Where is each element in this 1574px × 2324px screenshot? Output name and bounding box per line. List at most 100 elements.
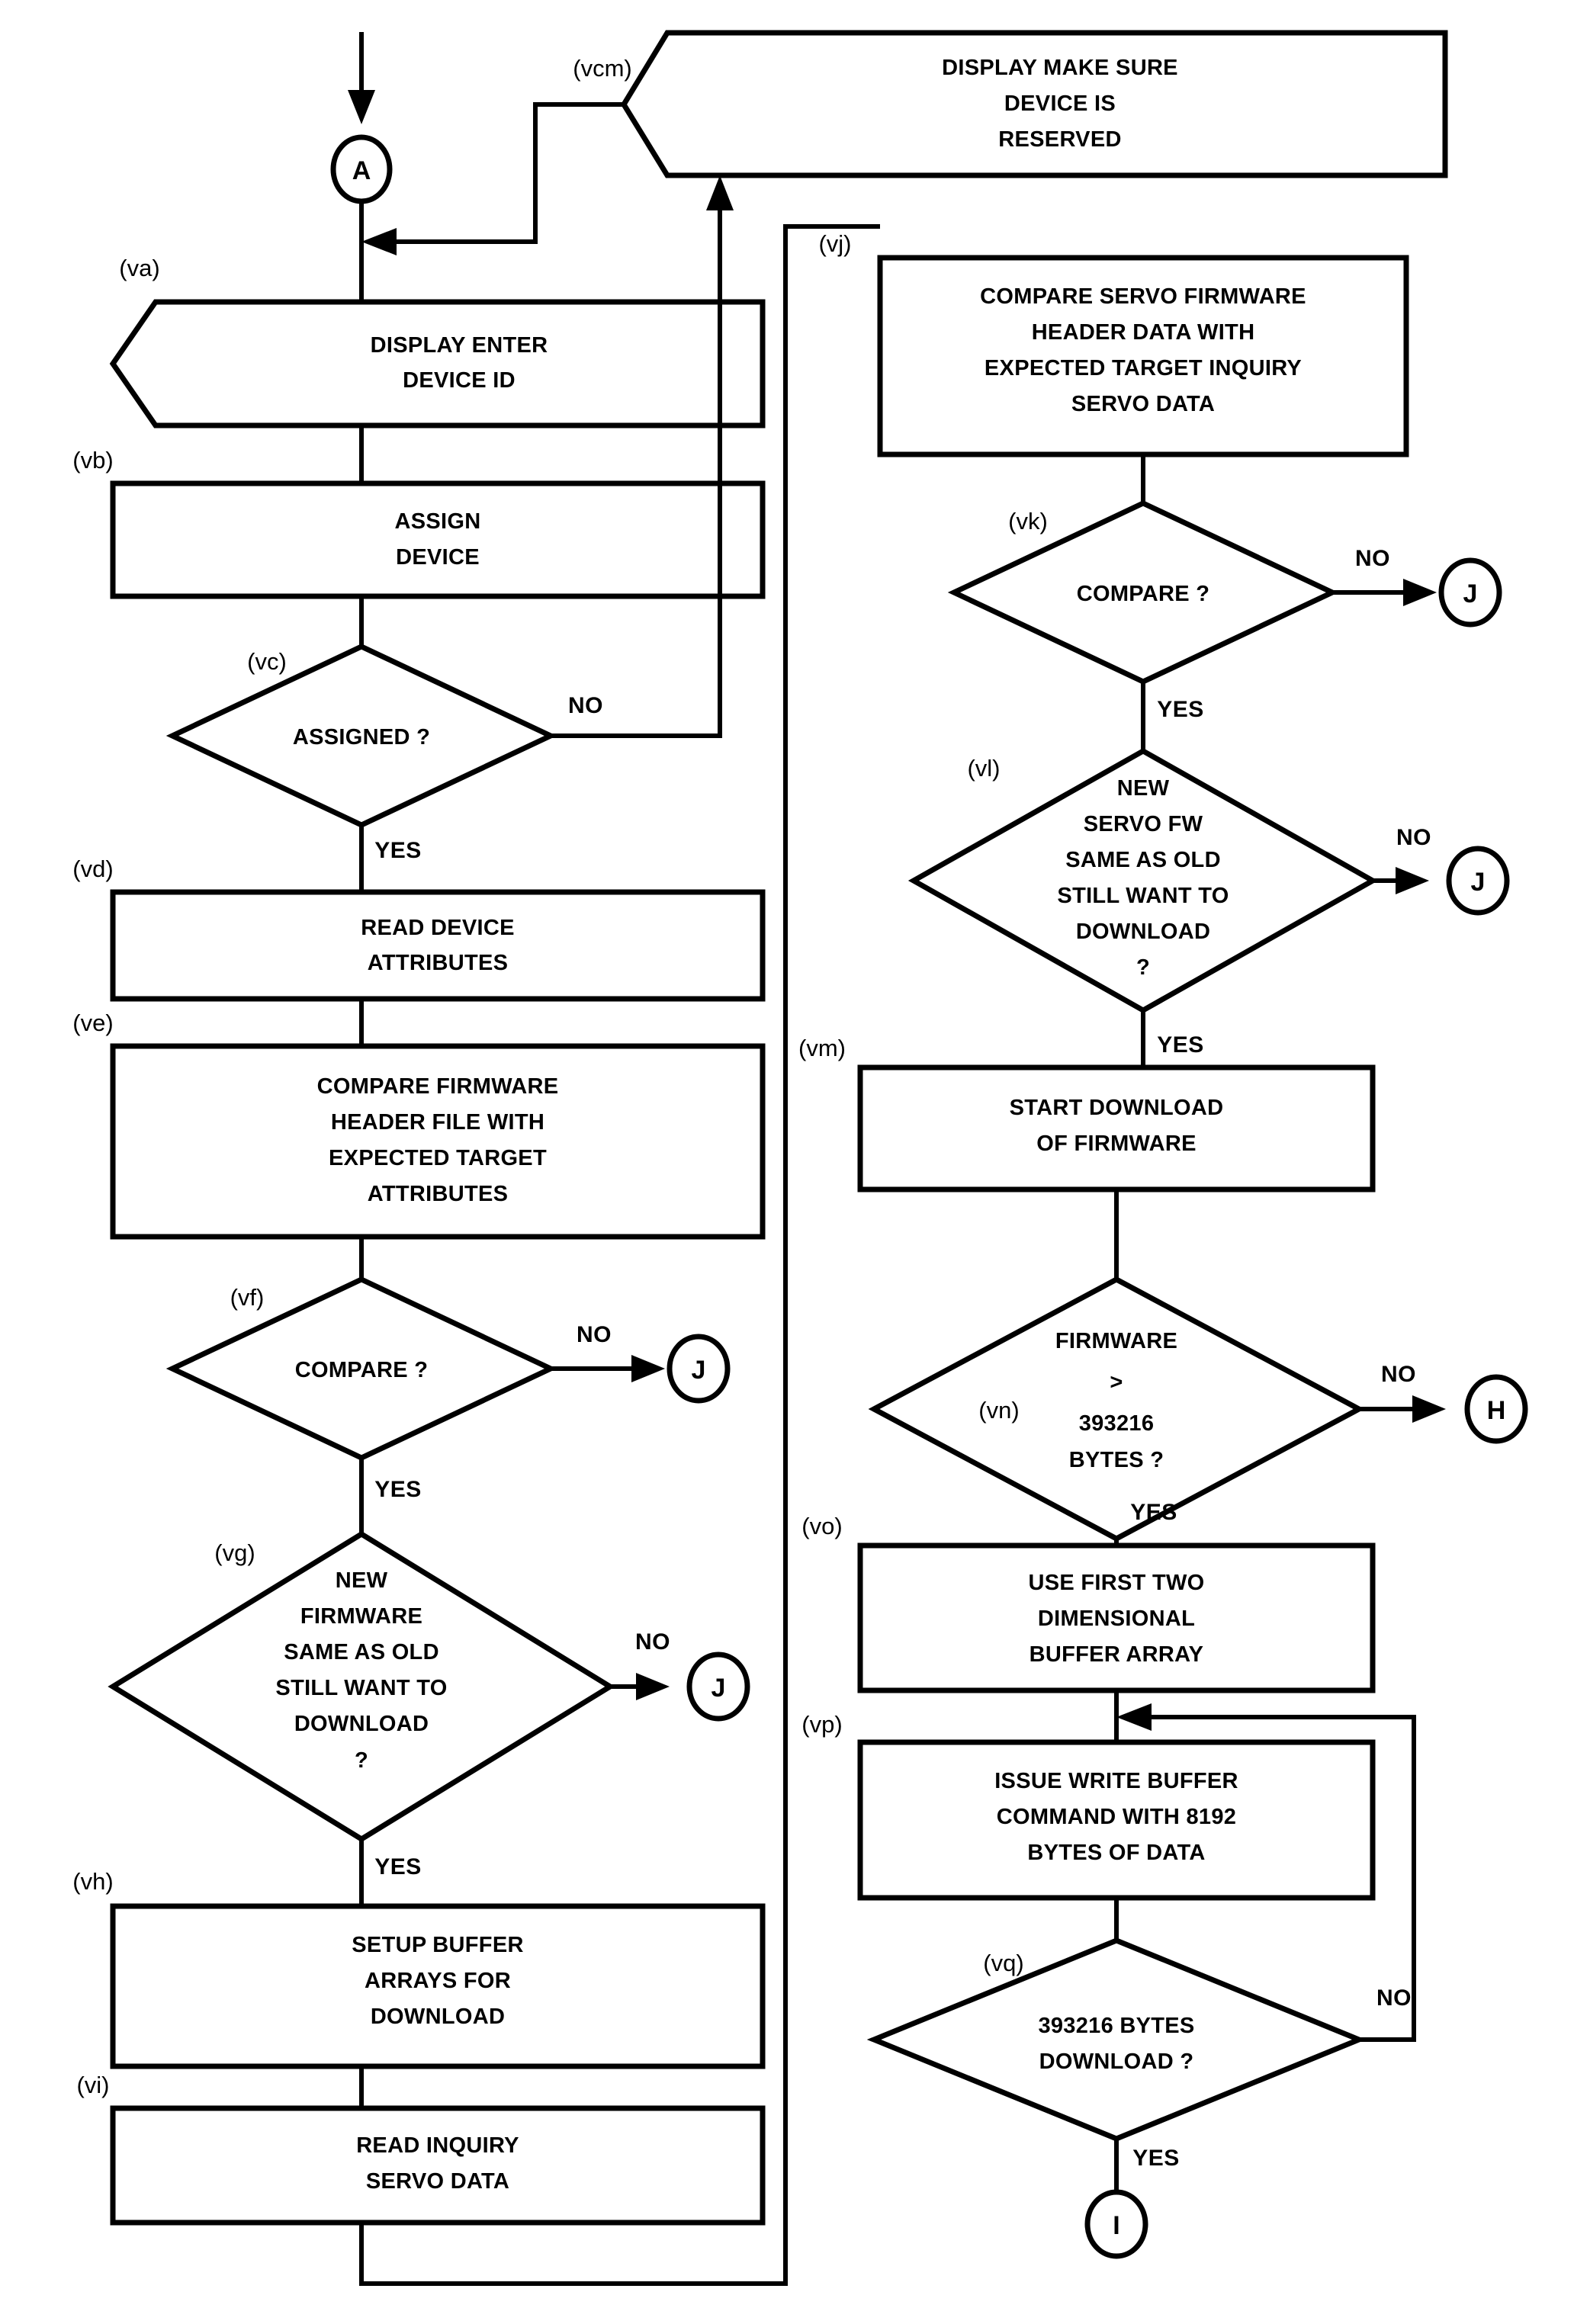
- node-vn-line2: >: [1110, 1370, 1123, 1395]
- ref-label-vl: (vl): [967, 755, 1000, 782]
- flowchart-canvas: A DISPLAY MAKE SURE DEVICE IS RESERVED (…: [0, 0, 1574, 2324]
- node-vcm-line1: DISPLAY MAKE SURE: [942, 56, 1178, 80]
- ref-label-vi: (vi): [76, 2072, 109, 2098]
- node-vn-line4: BYTES ?: [1069, 1448, 1164, 1472]
- node-vg: NEW FIRMWARE SAME AS OLD STILL WANT TO D…: [108, 1530, 615, 1843]
- ref-label-vp: (vp): [801, 1711, 842, 1738]
- node-vm: START DOWNLOAD OF FIRMWARE: [857, 1064, 1376, 1192]
- node-vi-line1: READ INQUIRY: [356, 2133, 519, 2158]
- branch-label-vl-yes: YES: [1157, 1032, 1204, 1058]
- ref-label-vo: (vo): [801, 1513, 842, 1539]
- node-vg-line1: NEW: [336, 1568, 388, 1593]
- branch-label-vf-no: NO: [577, 1322, 612, 1347]
- ref-label-vg: (vg): [214, 1539, 255, 1566]
- node-ve-line1: COMPARE FIRMWARE: [317, 1074, 559, 1099]
- node-vn-line3: 393216: [1079, 1411, 1155, 1436]
- edge-vn-no: [1359, 1395, 1446, 1423]
- edge-vf-no: [551, 1355, 665, 1382]
- node-vh-line2: ARRAYS FOR: [365, 1969, 511, 1993]
- node-vcm: DISPLAY MAKE SURE DEVICE IS RESERVED: [620, 30, 1448, 178]
- node-vi: READ INQUIRY SERVO DATA: [110, 2105, 766, 2226]
- branch-label-vq-yes: YES: [1132, 2146, 1180, 2171]
- node-vl-line5: DOWNLOAD: [1076, 920, 1210, 944]
- connector-j-vl: J: [1446, 846, 1510, 916]
- node-vl-line4: STILL WANT TO: [1057, 884, 1229, 908]
- node-vm-line2: OF FIRMWARE: [1036, 1132, 1197, 1156]
- connector-i: I: [1084, 2189, 1148, 2259]
- branch-label-vf-yes: YES: [374, 1477, 422, 1502]
- node-vl-line6: ?: [1136, 955, 1150, 980]
- flowchart-svg: A DISPLAY MAKE SURE DEVICE IS RESERVED (…: [72, 30, 1528, 2286]
- edge-vl-no: [1373, 867, 1429, 894]
- node-va: DISPLAY ENTER DEVICE ID: [109, 299, 766, 429]
- node-vj-line2: HEADER DATA WITH: [1032, 320, 1255, 345]
- node-vcm-line3: RESERVED: [998, 127, 1121, 152]
- connector-j-vf: J: [667, 1334, 731, 1404]
- node-vh-line1: SETUP BUFFER: [352, 1933, 523, 1957]
- node-vb: ASSIGN DEVICE: [110, 480, 766, 599]
- branch-label-vn-yes: YES: [1130, 1500, 1177, 1525]
- node-vl-line2: SERVO FW: [1084, 812, 1203, 836]
- node-vl-line3: SAME AS OLD: [1065, 848, 1221, 872]
- node-vj-line1: COMPARE SERVO FIRMWARE: [980, 284, 1306, 309]
- node-vh-line3: DOWNLOAD: [371, 2005, 505, 2029]
- connector-a: A: [330, 134, 393, 204]
- node-vp: ISSUE WRITE BUFFER COMMAND WITH 8192 BYT…: [857, 1739, 1376, 1901]
- node-vj: COMPARE SERVO FIRMWARE HEADER DATA WITH …: [877, 255, 1409, 457]
- edge-vc-no: [551, 175, 734, 738]
- node-vn: FIRMWARE > 393216 BYTES ?: [868, 1276, 1365, 1542]
- edge-vcm-to-a: [361, 102, 624, 255]
- node-vk-line1: COMPARE ?: [1077, 582, 1210, 606]
- node-vb-line2: DEVICE: [396, 545, 480, 570]
- connector-i-label: I: [1113, 2211, 1119, 2240]
- connector-j-vg-label: J: [712, 1674, 726, 1703]
- node-vj-line4: SERVO DATA: [1071, 392, 1215, 416]
- node-vg-line4: STILL WANT TO: [275, 1676, 447, 1700]
- node-vg-line6: ?: [355, 1748, 368, 1773]
- branch-label-vc-no: NO: [568, 693, 603, 718]
- ref-label-vcm: (vcm): [573, 55, 631, 82]
- connector-h-label: H: [1487, 1396, 1506, 1425]
- node-vd-line1: READ DEVICE: [361, 916, 515, 940]
- node-vp-line2: COMMAND WITH 8192: [997, 1805, 1236, 1829]
- branch-label-vg-no: NO: [635, 1629, 670, 1655]
- node-vf: COMPARE ?: [165, 1276, 557, 1461]
- ref-label-vj: (vj): [818, 230, 851, 257]
- ref-label-vc: (vc): [247, 648, 287, 675]
- connector-a-label: A: [352, 156, 371, 185]
- node-vh: SETUP BUFFER ARRAYS FOR DOWNLOAD: [110, 1903, 766, 2069]
- node-vp-line1: ISSUE WRITE BUFFER: [994, 1769, 1238, 1793]
- node-vd-line2: ATTRIBUTES: [368, 951, 509, 975]
- node-vo-line1: USE FIRST TWO: [1028, 1571, 1204, 1595]
- node-vl-line1: NEW: [1117, 776, 1170, 801]
- connector-j-vg: J: [686, 1652, 750, 1722]
- branch-label-vc-yes: YES: [374, 838, 422, 863]
- ref-label-vk: (vk): [1008, 508, 1048, 534]
- node-vq-line2: DOWNLOAD ?: [1039, 2050, 1194, 2074]
- ref-label-vb: (vb): [72, 447, 113, 473]
- branch-label-vl-no: NO: [1396, 825, 1431, 850]
- node-vg-line3: SAME AS OLD: [284, 1640, 439, 1664]
- branch-label-vk-yes: YES: [1157, 697, 1204, 722]
- connector-j-vf-label: J: [692, 1356, 706, 1385]
- node-vg-line5: DOWNLOAD: [294, 1712, 429, 1736]
- node-vd: READ DEVICE ATTRIBUTES: [110, 889, 766, 1002]
- ref-label-vn: (vn): [978, 1397, 1019, 1424]
- branch-label-vq-no: NO: [1376, 1985, 1412, 2011]
- entry-arrow: [348, 32, 375, 124]
- node-va-line2: DEVICE ID: [403, 368, 516, 393]
- node-vl: NEW SERVO FW SAME AS OLD STILL WANT TO D…: [907, 747, 1379, 1014]
- ref-label-vh: (vh): [72, 1868, 113, 1895]
- connector-j-vk: J: [1438, 557, 1502, 628]
- branch-label-vn-no: NO: [1381, 1362, 1416, 1387]
- node-vn-line1: FIRMWARE: [1055, 1329, 1177, 1353]
- node-vg-line2: FIRMWARE: [300, 1604, 422, 1629]
- node-vi-line2: SERVO DATA: [366, 2169, 509, 2194]
- node-ve-line2: HEADER FILE WITH: [331, 1110, 544, 1135]
- node-vo-line3: BUFFER ARRAY: [1030, 1642, 1204, 1667]
- ref-label-ve: (ve): [72, 1010, 113, 1036]
- edge-vk-no: [1332, 579, 1437, 606]
- node-vo: USE FIRST TWO DIMENSIONAL BUFFER ARRAY: [857, 1542, 1376, 1693]
- connector-j-vl-label: J: [1471, 868, 1486, 897]
- node-vb-line1: ASSIGN: [395, 509, 481, 534]
